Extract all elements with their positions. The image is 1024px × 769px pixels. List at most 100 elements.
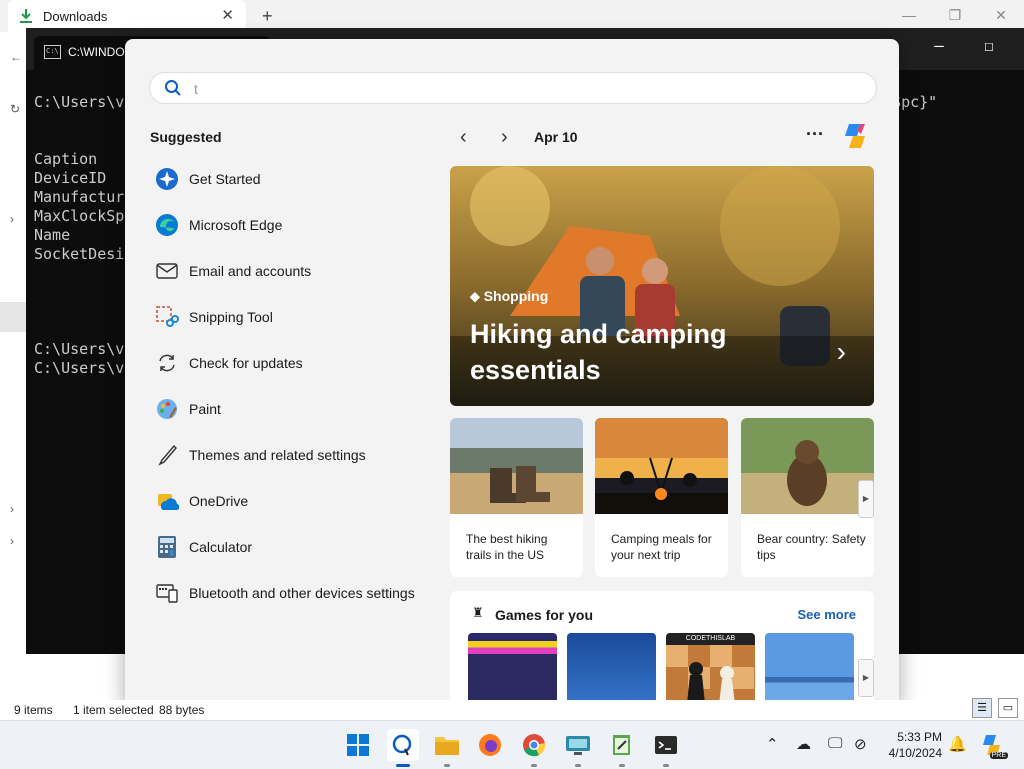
suggested-item[interactable]: Email and accounts bbox=[155, 251, 435, 291]
new-tab-button[interactable]: + bbox=[262, 6, 273, 27]
start-search-panel: Suggested Get Started Microsoft Edge Email… bbox=[125, 39, 899, 707]
news-card-text: The best hiking trails in the US bbox=[466, 532, 548, 562]
refresh-icon[interactable]: ↻ bbox=[10, 102, 20, 116]
game-tile[interactable]: CODETHISLAB bbox=[666, 633, 755, 707]
display-icon[interactable]: 🖵 bbox=[828, 735, 842, 752]
news-date: Apr 10 bbox=[534, 129, 578, 145]
running-indicator bbox=[575, 764, 581, 767]
more-options-icon[interactable]: ··· bbox=[806, 124, 824, 145]
suggested-item-label: Email and accounts bbox=[189, 263, 312, 279]
preview-badge: PRE bbox=[989, 752, 1008, 759]
see-more-link[interactable]: See more bbox=[797, 607, 856, 622]
clock[interactable]: 5:33 PM 4/10/2024 bbox=[872, 729, 942, 761]
suggested-item-label: OneDrive bbox=[189, 493, 249, 509]
suggested-item-label: Calculator bbox=[189, 539, 253, 555]
scroll-right-button[interactable]: ▶ bbox=[858, 659, 874, 697]
start-button[interactable] bbox=[342, 729, 374, 761]
refresh-icon bbox=[155, 351, 179, 375]
edge-icon bbox=[155, 213, 179, 237]
hiking-boots-image bbox=[450, 418, 583, 514]
terminal-minimize-button[interactable]: — bbox=[914, 36, 964, 55]
terminal-line: Manufactur bbox=[34, 188, 125, 206]
bell-icon[interactable]: 🔔 bbox=[948, 735, 967, 753]
suggested-item-label: Paint bbox=[189, 401, 221, 417]
search-box[interactable] bbox=[149, 72, 877, 104]
terminal-line: DeviceID bbox=[34, 169, 107, 187]
news-card[interactable]: Camping meals for your next trip bbox=[595, 418, 728, 577]
back-arrow-icon[interactable]: ← bbox=[10, 50, 22, 64]
firefox-taskbar-button[interactable] bbox=[474, 729, 506, 761]
clock-date: 4/10/2024 bbox=[888, 746, 942, 760]
chevron-right-icon[interactable]: › bbox=[10, 534, 14, 548]
running-indicator bbox=[531, 764, 537, 767]
terminal-maximize-button[interactable]: ☐ bbox=[964, 36, 1014, 55]
bear-image bbox=[741, 418, 874, 514]
network-volume-icon[interactable]: ⊘ bbox=[854, 735, 867, 753]
hero-tag: ⬥ Shopping bbox=[470, 288, 549, 304]
suggested-item[interactable]: Get Started bbox=[155, 159, 435, 199]
suggested-item-label: Bluetooth and other devices settings bbox=[189, 585, 415, 601]
terminal-line: SocketDesi bbox=[34, 245, 125, 263]
firefox-icon bbox=[479, 734, 501, 756]
paint-icon bbox=[155, 397, 179, 421]
remote-app-taskbar-button[interactable] bbox=[562, 729, 594, 767]
clock-time: 5:33 PM bbox=[897, 730, 942, 744]
search-icon bbox=[392, 734, 412, 756]
chevron-right-icon[interactable]: › bbox=[501, 126, 508, 149]
news-card-text: Bear country: Safety tips bbox=[757, 532, 866, 562]
devices-icon bbox=[155, 581, 179, 605]
chrome-taskbar-button[interactable] bbox=[518, 729, 550, 767]
explorer-status-bar: 9 items 1 item selected 88 bytes ☰ ▭ bbox=[0, 698, 1024, 720]
running-indicator bbox=[444, 764, 450, 767]
suggested-item-label: Microsoft Edge bbox=[189, 217, 283, 233]
chevron-right-icon[interactable]: › bbox=[10, 212, 14, 226]
brush-icon bbox=[155, 443, 179, 467]
suggested-item[interactable]: Check for updates bbox=[155, 343, 435, 383]
copilot-icon[interactable] bbox=[839, 120, 871, 152]
tiles-view-icon[interactable]: ▭ bbox=[998, 698, 1018, 718]
scroll-right-button[interactable]: ▶ bbox=[858, 480, 874, 518]
search-input[interactable] bbox=[192, 79, 796, 99]
mail-icon bbox=[155, 259, 179, 283]
cmd-icon: C:\ bbox=[44, 45, 61, 59]
nav-selected-item[interactable] bbox=[0, 302, 26, 332]
selection-size: 88 bytes bbox=[159, 703, 205, 717]
suggested-item[interactable]: Themes and related settings bbox=[155, 435, 435, 475]
game-tile[interactable] bbox=[468, 633, 557, 707]
hero-news-card[interactable]: ⬥ Shopping Hiking and camping essentials… bbox=[450, 166, 874, 406]
terminal-taskbar-button[interactable] bbox=[650, 729, 682, 767]
suggested-item[interactable]: Bluetooth and other devices settings bbox=[155, 573, 435, 613]
search-taskbar-button[interactable] bbox=[387, 729, 419, 767]
details-view-icon[interactable]: ☰ bbox=[972, 698, 992, 718]
monitor-app-icon bbox=[566, 736, 590, 755]
scissors-icon bbox=[155, 305, 179, 329]
chevron-right-icon[interactable]: › bbox=[10, 502, 14, 516]
close-tab-icon[interactable]: ✕ bbox=[221, 6, 234, 24]
game-tile-label: CODETHISLAB bbox=[666, 633, 755, 645]
suggested-item[interactable]: Paint bbox=[155, 389, 435, 429]
game-tile[interactable] bbox=[765, 633, 854, 707]
onedrive-offline-icon[interactable]: ☁ bbox=[796, 735, 811, 753]
terminal-tab-label: C:\WINDO bbox=[68, 45, 125, 59]
chevron-right-icon[interactable]: › bbox=[837, 336, 846, 368]
hero-tag-label: Shopping bbox=[483, 288, 549, 304]
suggested-item[interactable]: OneDrive bbox=[155, 481, 435, 521]
suggested-item[interactable]: Calculator bbox=[155, 527, 435, 567]
windows-logo-icon bbox=[347, 734, 369, 756]
news-card-text: Camping meals for your next trip bbox=[611, 532, 712, 562]
suggested-item[interactable]: Microsoft Edge bbox=[155, 205, 435, 245]
running-indicator bbox=[619, 764, 625, 767]
notepad-icon bbox=[613, 735, 630, 755]
notepad-taskbar-button[interactable] bbox=[606, 729, 638, 767]
game-tile[interactable] bbox=[567, 633, 656, 707]
news-card[interactable]: Bear country: Safety tips bbox=[741, 418, 874, 577]
chevron-up-icon[interactable]: ⌃ bbox=[766, 735, 779, 753]
selection-count: 1 item selected bbox=[73, 703, 154, 717]
running-indicator bbox=[663, 764, 669, 767]
news-nav: ‹ › Apr 10 ··· bbox=[450, 124, 880, 152]
suggested-item[interactable]: Snipping Tool bbox=[155, 297, 435, 337]
news-card[interactable]: The best hiking trails in the US bbox=[450, 418, 583, 577]
chevron-left-icon[interactable]: ‹ bbox=[460, 126, 467, 149]
file-explorer-taskbar-button[interactable] bbox=[431, 729, 463, 767]
copilot-preview-icon[interactable]: PRE bbox=[980, 733, 1008, 759]
